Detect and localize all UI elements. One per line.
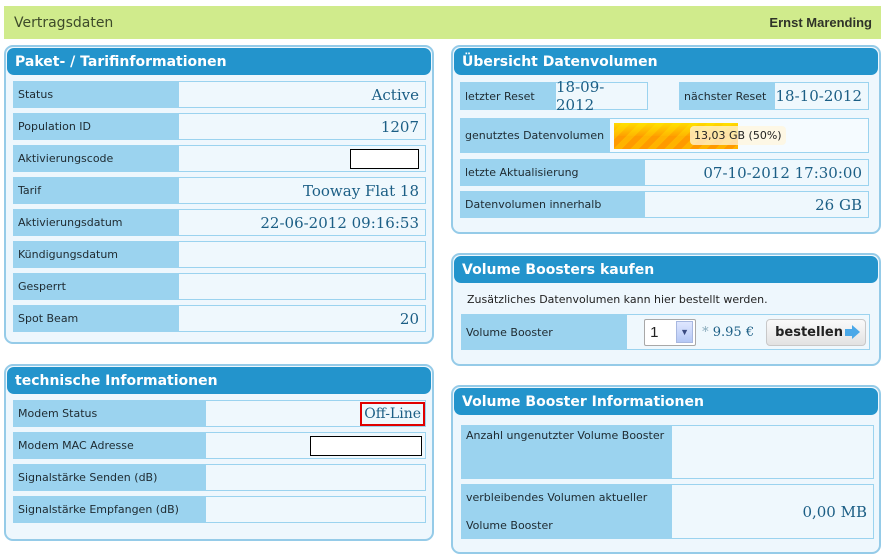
volume-row-next-reset: nächster Reset 18-10-2012 (679, 82, 869, 110)
remaining-volume-label: verbleibendes Volumen aktueller Volume B… (461, 484, 672, 539)
booster-info-panel-title: Volume Booster Informationen (454, 388, 878, 415)
next-reset-label: nächster Reset (679, 82, 775, 110)
volume-row-used: genutztes Datenvolumen 13,03 GB (50%) (460, 118, 869, 153)
blocked-value (179, 273, 426, 300)
price-multiplier: * (702, 324, 709, 340)
volume-panel-title: Übersicht Datenvolumen (454, 48, 878, 75)
last-update-value: 07-10-2012 17:30:00 (645, 159, 869, 186)
volume-row-last-update: letzte Aktualisierung 07-10-2012 17:30:0… (460, 159, 869, 186)
booster-quantity-select[interactable]: 1 ▼ (644, 318, 697, 346)
tariff-row-blocked: Gesperrt (13, 273, 426, 300)
booster-buy-row: Volume Booster 1 ▼ * 9.95 € bestellen (461, 314, 870, 350)
booster-price: * 9.95 € (702, 325, 754, 340)
quota-value: 26 GB (645, 191, 869, 218)
blocked-label: Gesperrt (13, 273, 179, 300)
status-label: Status (13, 81, 179, 108)
redacted-box (350, 148, 419, 169)
status-value: Active (179, 81, 426, 108)
population-id-value: 1207 (179, 113, 426, 140)
tech-row-signal-receive: Signalstärke Empfangen (dB) (13, 496, 426, 523)
tech-row-mac-address: Modem MAC Adresse (13, 432, 426, 459)
technical-panel: technische Informationen Modem Status Of… (4, 364, 434, 541)
tarif-value: Tooway Flat 18 (179, 177, 426, 204)
tech-row-modem-status: Modem Status Off-Line (13, 400, 426, 427)
booster-order-controls: 1 ▼ * 9.95 € bestellen (627, 314, 870, 350)
last-reset-label: letzter Reset (460, 82, 556, 110)
next-reset-value: 18-10-2012 (775, 82, 869, 110)
tariff-row-status: Status Active (13, 81, 426, 108)
booster-buy-description: Zusätzliches Datenvolumen kann hier best… (467, 293, 768, 306)
tariff-row-population-id: Population ID 1207 (13, 113, 426, 140)
last-update-label: letzte Aktualisierung (460, 159, 645, 186)
modem-status-value: Off-Line (360, 401, 425, 426)
unused-boosters-label: Anzahl ungenutzter Volume Booster (461, 425, 672, 479)
last-reset-value: 18-09-2012 (556, 78, 648, 114)
user-name: Ernst Marending (769, 15, 872, 30)
activation-date-value: 22-06-2012 09:16:53 (179, 209, 426, 236)
tariff-row-tarif: Tarif Tooway Flat 18 (13, 177, 426, 204)
used-volume-label: genutztes Datenvolumen (460, 118, 610, 153)
booster-buy-panel-title: Volume Boosters kaufen (454, 256, 878, 283)
order-button[interactable]: bestellen (766, 318, 866, 346)
modem-status-value-cell: Off-Line (206, 400, 426, 427)
price-value: 9.95 € (712, 324, 755, 340)
spot-beam-value: 20 (179, 305, 426, 332)
page-title: Vertragsdaten (14, 14, 114, 31)
volume-booster-label: Volume Booster (461, 314, 627, 350)
order-button-label: bestellen (775, 324, 843, 340)
booster-info-row-unused: Anzahl ungenutzter Volume Booster (461, 425, 874, 479)
population-id-label: Population ID (13, 113, 179, 140)
signal-send-value (206, 464, 426, 491)
mac-address-label: Modem MAC Adresse (13, 432, 206, 459)
booster-info-row-remaining: verbleibendes Volumen aktueller Volume B… (461, 484, 874, 539)
signal-receive-value (206, 496, 426, 523)
signal-receive-label: Signalstärke Empfangen (dB) (13, 496, 206, 523)
modem-status-label: Modem Status (13, 400, 206, 427)
header-bar: Vertragsdaten Ernst Marending (4, 6, 881, 39)
booster-buy-panel: Volume Boosters kaufen Zusätzliches Date… (451, 253, 881, 366)
booster-quantity-value: 1 (650, 323, 659, 341)
booster-info-panel: Volume Booster Informationen Anzahl unge… (451, 385, 881, 554)
chevron-down-icon[interactable]: ▼ (676, 321, 694, 343)
remaining-volume-label-line1: verbleibendes Volumen aktueller (466, 491, 648, 505)
tariff-panel: Paket- / Tarifinformationen Status Activ… (4, 45, 434, 344)
used-volume-progress: 13,03 GB (50%) (610, 118, 869, 153)
arrow-right-icon (845, 325, 861, 339)
activation-code-value (179, 145, 426, 172)
remaining-volume-label-line2: Volume Booster (466, 518, 553, 532)
used-volume-text: 13,03 GB (50%) (690, 126, 786, 145)
volume-panel: Übersicht Datenvolumen letzter Reset 18-… (451, 45, 881, 234)
tarif-label: Tarif (13, 177, 179, 204)
tariff-row-spot-beam: Spot Beam 20 (13, 305, 426, 332)
volume-row-quota: Datenvolumen innerhalb 26 GB (460, 191, 869, 218)
cancellation-date-value (179, 241, 426, 268)
activation-date-label: Aktivierungsdatum (13, 209, 179, 236)
quota-label: Datenvolumen innerhalb (460, 191, 645, 218)
tariff-row-activation-date: Aktivierungsdatum 22-06-2012 09:16:53 (13, 209, 426, 236)
mac-address-value (206, 432, 426, 459)
tech-row-signal-send: Signalstärke Senden (dB) (13, 464, 426, 491)
volume-row-last-reset: letzter Reset 18-09-2012 (460, 78, 648, 114)
unused-boosters-value (672, 425, 874, 479)
remaining-volume-value: 0,00 MB (672, 484, 874, 539)
activation-code-label: Aktivierungscode (13, 145, 179, 172)
tariff-row-activation-code: Aktivierungscode (13, 145, 426, 172)
signal-send-label: Signalstärke Senden (dB) (13, 464, 206, 491)
redacted-box (310, 435, 422, 456)
spot-beam-label: Spot Beam (13, 305, 179, 332)
tariff-row-cancellation-date: Kündigungsdatum (13, 241, 426, 268)
tariff-panel-title: Paket- / Tarifinformationen (7, 48, 431, 75)
cancellation-date-label: Kündigungsdatum (13, 241, 179, 268)
technical-panel-title: technische Informationen (7, 367, 431, 394)
